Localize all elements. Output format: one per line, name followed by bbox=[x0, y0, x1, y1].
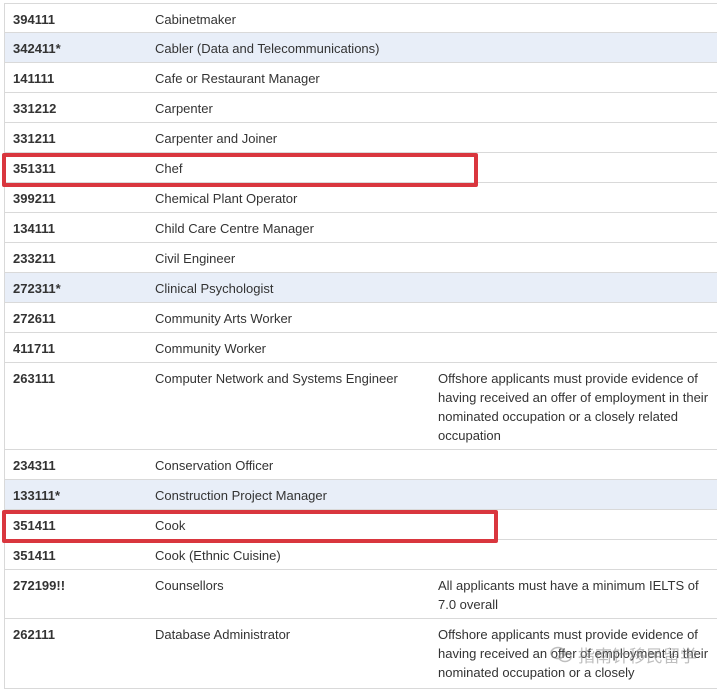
occupation-code: 394111 bbox=[13, 12, 55, 27]
table-row: 141111 Cafe or Restaurant Manager bbox=[5, 63, 717, 93]
occupation-note bbox=[430, 213, 717, 242]
occupation-code: 263111 bbox=[13, 371, 55, 386]
occupation-note bbox=[430, 540, 717, 569]
table-row: 331211 Carpenter and Joiner bbox=[5, 123, 717, 153]
occupation-code: 351311 bbox=[13, 161, 56, 176]
table-row: 272311* Clinical Psychologist bbox=[5, 273, 717, 303]
occupation-note bbox=[430, 93, 717, 122]
table-row: 331212 Carpenter bbox=[5, 93, 717, 123]
occupation-note bbox=[430, 480, 717, 509]
occupation-code: 331212 bbox=[13, 101, 57, 116]
occupation-code: 133111* bbox=[13, 488, 61, 503]
table-row: 263111 Computer Network and Systems Engin… bbox=[5, 363, 717, 450]
occupation-note bbox=[430, 183, 717, 212]
occupation-code: 272311* bbox=[13, 281, 61, 296]
occupation-code: 272611 bbox=[13, 311, 56, 326]
occupation-name: Carpenter and Joiner bbox=[155, 131, 278, 146]
occupation-code: 351411 bbox=[13, 518, 56, 533]
table-row: 134111 Child Care Centre Manager bbox=[5, 213, 717, 243]
occupation-note bbox=[430, 153, 717, 182]
occupation-name: Cafe or Restaurant Manager bbox=[155, 71, 320, 86]
occupation-name: Construction Project Manager bbox=[155, 488, 327, 503]
table-row: 351311 Chef bbox=[5, 153, 717, 183]
occupation-note bbox=[430, 33, 717, 62]
occupation-name: Database Administrator bbox=[155, 627, 291, 642]
occupation-name: Cook bbox=[155, 518, 186, 533]
occupation-name: Community Worker bbox=[155, 341, 267, 356]
chat-bubbles-icon bbox=[550, 646, 572, 662]
occupation-name: Child Care Centre Manager bbox=[155, 221, 314, 236]
occupation-note bbox=[430, 303, 717, 332]
occupation-table: 394111 Cabinetmaker 342411* Cabler (Data an… bbox=[4, 3, 717, 689]
occupation-code: 331211 bbox=[13, 131, 56, 146]
table-row: 342411* Cabler (Data and Telecommunicatio… bbox=[5, 33, 717, 63]
table-row: 399211 Chemical Plant Operator bbox=[5, 183, 717, 213]
occupation-note bbox=[430, 333, 717, 362]
occupation-name: Cabinetmaker bbox=[155, 12, 236, 27]
occupation-code: 411711 bbox=[13, 341, 55, 356]
table-row: 233211 Civil Engineer bbox=[5, 243, 717, 273]
occupation-name: Civil Engineer bbox=[155, 251, 236, 266]
occupation-name: Chemical Plant Operator bbox=[155, 191, 298, 206]
table-row: 234311 Conservation Officer bbox=[5, 450, 717, 480]
occupation-note bbox=[430, 510, 717, 539]
occupation-code: 272199!! bbox=[13, 578, 66, 593]
occupation-code: 351411 bbox=[13, 548, 56, 563]
occupation-name: Chef bbox=[155, 161, 183, 176]
occupation-code: 399211 bbox=[13, 191, 56, 206]
table-row: 272611 Community Arts Worker bbox=[5, 303, 717, 333]
table-row: 351411 Cook bbox=[5, 510, 717, 540]
occupation-note bbox=[430, 4, 717, 32]
occupation-note bbox=[430, 273, 717, 302]
occupation-note bbox=[430, 243, 717, 272]
table-row: 411711 Community Worker bbox=[5, 333, 717, 363]
occupation-code: 134111 bbox=[13, 221, 55, 236]
occupation-code: 262111 bbox=[13, 627, 55, 642]
occupation-note: Offshore applicants must provide evidenc… bbox=[438, 371, 709, 443]
watermark: 指南针移民留学 bbox=[550, 642, 697, 667]
watermark-text: 指南针移民留学 bbox=[578, 647, 697, 666]
occupation-code: 342411* bbox=[13, 41, 61, 56]
table-row: 351411 Cook (Ethnic Cuisine) bbox=[5, 540, 717, 570]
table-row: 133111* Construction Project Manager bbox=[5, 480, 717, 510]
table-row: 272199!! Counsellors All applicants must h… bbox=[5, 570, 717, 619]
occupation-name: Clinical Psychologist bbox=[155, 281, 274, 296]
occupation-note: All applicants must have a minimum IELTS… bbox=[438, 578, 699, 612]
occupation-note bbox=[430, 123, 717, 152]
occupation-name: Conservation Officer bbox=[155, 458, 274, 473]
occupation-name: Carpenter bbox=[155, 101, 213, 116]
occupation-code: 234311 bbox=[13, 458, 56, 473]
table-row: 394111 Cabinetmaker bbox=[5, 3, 717, 33]
occupation-note bbox=[430, 63, 717, 92]
occupation-note bbox=[430, 450, 717, 479]
occupation-name: Cook (Ethnic Cuisine) bbox=[155, 548, 281, 563]
occupation-name: Community Arts Worker bbox=[155, 311, 293, 326]
occupation-code: 141111 bbox=[13, 71, 55, 86]
occupation-name: Computer Network and Systems Engineer bbox=[155, 371, 398, 386]
occupation-code: 233211 bbox=[13, 251, 56, 266]
occupation-name: Cabler (Data and Telecommunications) bbox=[155, 41, 380, 56]
occupation-name: Counsellors bbox=[155, 578, 224, 593]
